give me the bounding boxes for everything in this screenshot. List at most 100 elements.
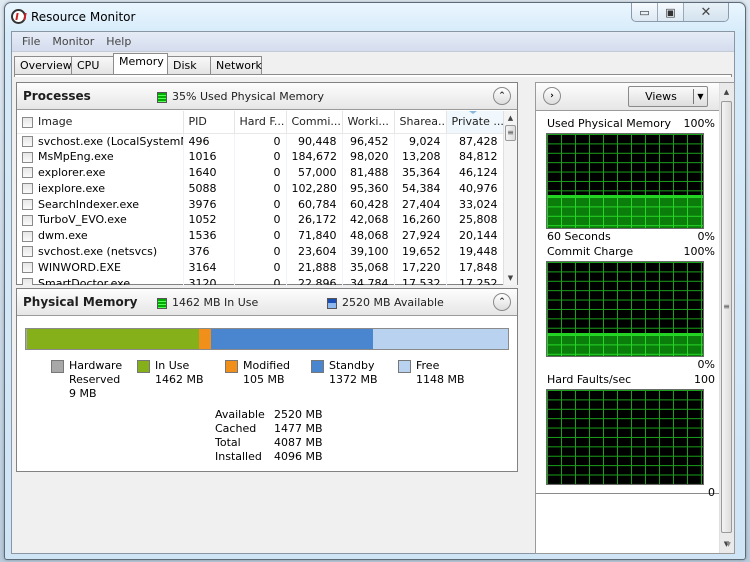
process-image-name: svchost.exe (netsvcs)	[38, 244, 158, 258]
used-physical-memory-stat: 35% Used Physical Memory	[157, 90, 324, 103]
process-row[interactable]: dwm.exe 1536 0 71,840 48,068 27,924 20,144	[17, 227, 503, 244]
legend-free: Free 1148 MB	[398, 359, 465, 387]
process-hard-cell: 0	[234, 227, 287, 244]
process-row[interactable]: explorer.exe 1640 0 57,000 81,488 35,364 46,12…	[17, 164, 503, 181]
process-checkbox[interactable]	[22, 246, 33, 258]
scroll-down-arrow-icon[interactable]: ▼	[504, 271, 517, 285]
graph-fill	[547, 195, 703, 228]
physical-memory-collapse-button[interactable]: ⌃	[493, 293, 511, 311]
summary-label: Available	[215, 408, 265, 421]
menu-file[interactable]: File	[16, 35, 46, 48]
tab-cpu[interactable]: CPU	[71, 56, 114, 74]
summary-value: 4096 MB	[274, 450, 323, 463]
process-shareable-cell: 27,404	[394, 196, 447, 212]
legend-standby: Standby 1372 MB	[311, 359, 378, 387]
close-icon: ✕	[700, 4, 712, 20]
views-dropdown-icon[interactable]: ▼	[693, 89, 707, 104]
graph-max-label: 100%	[683, 245, 715, 258]
process-hard-cell: 0	[234, 275, 287, 285]
menu-monitor[interactable]: Monitor	[46, 35, 100, 48]
process-image-cell: WINWORD.EXE	[17, 259, 184, 276]
process-row[interactable]: MsMpEng.exe 1016 0 184,672 98,020 13,208 84,81…	[17, 148, 503, 165]
process-row[interactable]: svchost.exe (LocalSystemNet...496090,448…	[17, 133, 503, 149]
process-checkbox[interactable]	[22, 151, 33, 163]
process-row[interactable]: SearchIndexer.exe 3976 0 60,784 60,428 27,404…	[17, 196, 503, 212]
process-checkbox[interactable]	[22, 183, 33, 195]
physical-memory-header[interactable]: Physical Memory 1462 MB In Use 2520 MB A…	[17, 289, 517, 316]
client-area: File Monitor Help Overview CPU Memory Di…	[11, 31, 735, 554]
process-hard-cell: 0	[234, 259, 287, 276]
process-checkbox[interactable]	[22, 136, 33, 148]
process-row[interactable]: svchost.exe (netsvcs) 376 0 23,604 39,100 19,…	[17, 243, 503, 260]
process-image-name: MsMpEng.exe	[38, 150, 114, 164]
process-pid-cell: 1536	[183, 227, 235, 244]
process-pid-cell: 1016	[183, 148, 235, 165]
tab-overview[interactable]: Overview	[14, 56, 72, 74]
memory-bar-segment-standby	[211, 329, 373, 349]
graph-max-label: 100	[694, 373, 715, 386]
tab-disk[interactable]: Disk	[167, 56, 211, 74]
graph-commit-charge: Commit Charge 100% 0%	[545, 245, 715, 371]
process-working-cell: 95,360	[342, 180, 395, 197]
process-checkbox[interactable]	[22, 230, 33, 242]
process-working-cell: 34,784	[342, 275, 395, 285]
column-working-set[interactable]: Worki...	[342, 111, 395, 134]
menu-help[interactable]: Help	[100, 35, 137, 48]
close-button[interactable]: ✕	[684, 3, 728, 21]
in-use-stat: 1462 MB In Use	[157, 296, 258, 309]
processes-table-viewport: Image PID Hard F... Commi... Worki... Sh…	[17, 111, 503, 285]
process-private-cell: 25,808	[446, 211, 503, 228]
column-private[interactable]: Private ...	[445, 111, 503, 134]
process-commit-cell: 57,000	[286, 164, 343, 181]
column-pid[interactable]: PID	[183, 111, 235, 134]
memory-usage-bar	[25, 328, 509, 350]
expand-panel-button[interactable]: ›	[543, 87, 561, 105]
process-row[interactable]: SmartDoctor.exe 3120 0 22,896 34,784 17,532 17…	[17, 275, 503, 285]
graphs-panel-header: › Views ▼	[536, 83, 734, 111]
process-hard-cell: 0	[234, 148, 287, 165]
chevron-up-icon: ⌃	[498, 297, 506, 307]
graph-min-label: 0	[708, 486, 715, 499]
process-checkbox[interactable]	[22, 278, 33, 285]
minimize-icon: ▭	[639, 5, 650, 19]
column-commit[interactable]: Commi...	[286, 111, 343, 134]
views-button[interactable]: Views ▼	[628, 86, 708, 107]
process-image-cell: dwm.exe	[17, 227, 184, 244]
process-row[interactable]: TurboV_EVO.exe 1052 0 26,172 42,068 16,260 25,…	[17, 211, 503, 228]
legend-label: Hardware	[69, 359, 123, 372]
column-hard-faults[interactable]: Hard F...	[234, 111, 287, 134]
processes-collapse-button[interactable]: ⌃	[493, 87, 511, 105]
process-shareable-cell: 16,260	[394, 211, 447, 228]
scroll-up-arrow-icon[interactable]: ▲	[504, 111, 517, 125]
process-private-cell: 19,448	[446, 243, 503, 260]
graph-title: Used Physical Memory	[547, 117, 672, 130]
processes-header[interactable]: Processes 35% Used Physical Memory ⌃	[17, 83, 517, 110]
column-image[interactable]: Image	[17, 111, 184, 134]
select-all-checkbox[interactable]	[22, 116, 33, 128]
title-bar[interactable]: Resource Monitor ▭ ▣ ✕	[5, 3, 745, 31]
maximize-icon: ▣	[665, 5, 676, 19]
scroll-thumb[interactable]: ≡	[721, 101, 732, 533]
client-scrollbar[interactable]: ▼	[722, 472, 734, 552]
process-checkbox[interactable]	[22, 167, 33, 179]
tab-network[interactable]: Network	[210, 56, 262, 74]
scroll-thumb[interactable]: ≡	[505, 125, 516, 141]
free-swatch	[398, 360, 411, 373]
process-commit-cell: 22,896	[286, 275, 343, 285]
legend-label: Standby	[329, 359, 375, 372]
scroll-down-arrow-icon[interactable]: ▼	[722, 538, 735, 552]
processes-scrollbar[interactable]: ▲ ≡ ▼	[503, 111, 517, 285]
process-shareable-cell: 9,024	[394, 133, 447, 149]
process-checkbox[interactable]	[22, 214, 33, 226]
process-commit-cell: 21,888	[286, 259, 343, 276]
process-checkbox[interactable]	[22, 262, 33, 274]
process-checkbox[interactable]	[22, 199, 33, 211]
scroll-up-arrow-icon[interactable]: ▲	[720, 85, 733, 99]
tab-memory[interactable]: Memory	[113, 53, 168, 74]
column-shareable[interactable]: Sharea...	[394, 111, 447, 134]
process-row[interactable]: iexplore.exe 5088 0 102,280 95,360 54,384 40,9…	[17, 180, 503, 197]
maximize-button[interactable]: ▣	[658, 3, 684, 21]
process-row[interactable]: WINWORD.EXE 3164 0 21,888 35,068 17,220 17,848	[17, 259, 503, 276]
minimize-button[interactable]: ▭	[632, 3, 658, 21]
summary-label: Installed	[215, 450, 262, 463]
